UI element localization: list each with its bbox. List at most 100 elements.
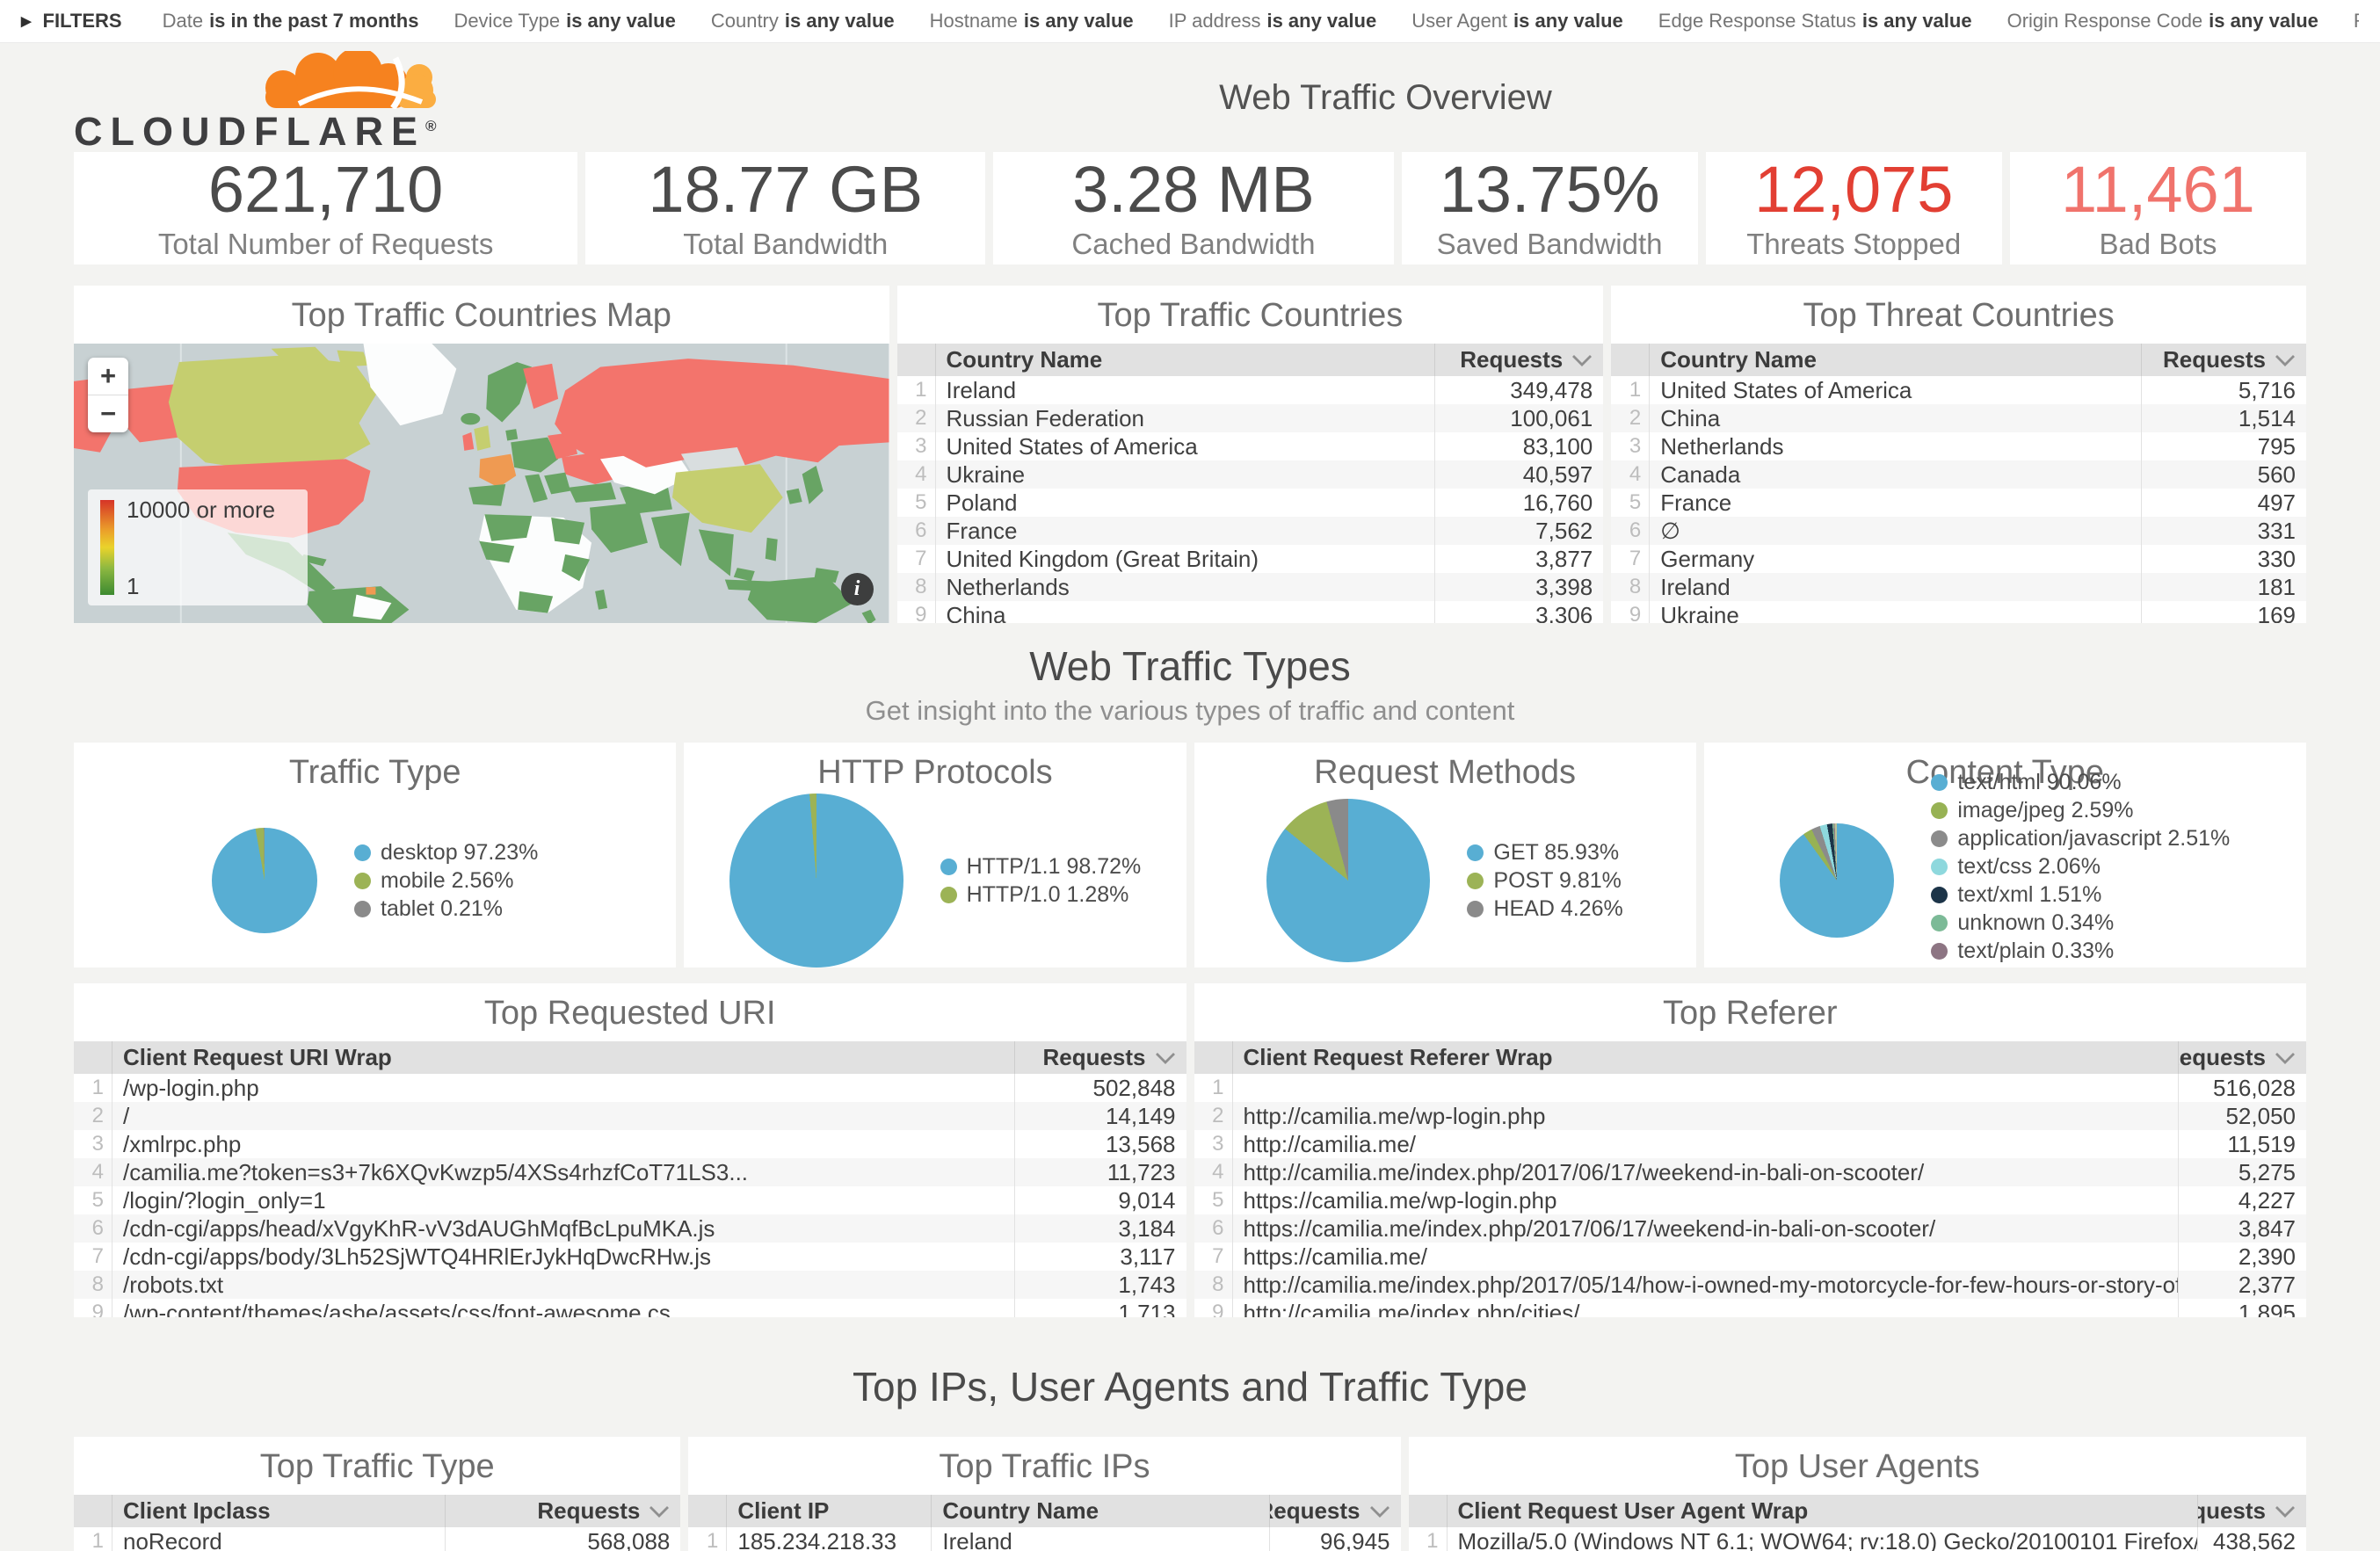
column-header[interactable]: Requests <box>2141 344 2306 376</box>
column-header[interactable]: Client Ipclass <box>112 1495 445 1527</box>
sort-chevron-icon <box>2275 1052 2296 1064</box>
table-cell: United States of America <box>936 432 1435 460</box>
table-cell: 1,743 <box>1014 1271 1186 1299</box>
table-row: 2Russian Federation100,061 <box>897 404 1604 432</box>
row-number: 9 <box>1194 1299 1233 1317</box>
table-cell: 3,398 <box>1434 573 1603 601</box>
content-type-pie[interactable] <box>1780 823 1894 938</box>
legend-item: image/jpeg 2.59% <box>1931 798 2230 823</box>
legend-swatch <box>1931 830 1948 847</box>
filter-item[interactable]: Device Typeis any value <box>454 10 675 33</box>
traffic-ips-table: Client IPCountry NameRequests1185.234.21… <box>688 1495 1400 1551</box>
legend-swatch <box>354 844 371 861</box>
column-header[interactable]: Requests <box>2178 1041 2306 1074</box>
column-header-label: Country Name <box>942 1497 1099 1525</box>
filter-item[interactable]: Dateis in the past 7 months <box>163 10 419 33</box>
column-header[interactable]: Client IP <box>727 1495 931 1527</box>
table-cell: 13,568 <box>1014 1130 1186 1158</box>
table-header-row: Client IP Country Name Requests <box>688 1495 1400 1527</box>
info-icon[interactable]: i <box>841 573 874 605</box>
kpi-value: 13.75% <box>1440 156 1660 224</box>
table-row: 5Poland16,760 <box>897 489 1604 517</box>
http-protocols-pie[interactable] <box>729 794 903 968</box>
column-header[interactable]: Requests <box>445 1495 680 1527</box>
table-cell: China <box>936 601 1435 623</box>
panel-title: Top Referer <box>1194 983 2307 1041</box>
table-cell: 330 <box>2141 545 2306 573</box>
row-number: 3 <box>1611 432 1650 460</box>
content-type-legend: text/html 90.06%image/jpeg 2.59%applicat… <box>1931 770 2230 968</box>
column-header[interactable]: Country Name <box>1650 344 2141 376</box>
column-header[interactable]: Client Request Referer Wrap <box>1233 1041 2179 1074</box>
legend-label: image/jpeg 2.59% <box>1957 798 2133 823</box>
filter-item[interactable]: Hostnameis any value <box>930 10 1134 33</box>
zoom-in-button[interactable]: + <box>88 358 128 395</box>
panel-title: Top Traffic Type <box>74 1437 680 1495</box>
filter-item[interactable]: Countryis any value <box>711 10 895 33</box>
table-row: 1/wp-login.php502,848 <box>74 1074 1186 1102</box>
legend-item: text/xml 1.51% <box>1931 882 2230 908</box>
table-cell: /wp-login.php <box>112 1074 1014 1102</box>
table-cell: 560 <box>2141 460 2306 489</box>
table-row: 7/cdn-cgi/apps/body/3Lh52SjWTQ4HRlErJykH… <box>74 1243 1186 1271</box>
table-cell: United States of America <box>1650 376 2141 404</box>
row-number: 5 <box>74 1186 112 1214</box>
cloudflare-logo: CLOUDFLARE® <box>74 44 465 151</box>
row-number: 2 <box>897 404 936 432</box>
pie-chart-area: GET 85.93%POST 9.81%HEAD 4.26% <box>1194 801 1696 968</box>
column-header[interactable]: Requests <box>2197 1495 2306 1527</box>
filter-value: is any value <box>1862 10 1972 32</box>
panel-title: Top Traffic Countries <box>897 286 1604 344</box>
kpi-label: Cached Bandwidth <box>1071 228 1315 261</box>
column-header-label: Country Name <box>1660 346 1817 373</box>
row-number: 3 <box>897 432 936 460</box>
table-row: 2China1,514 <box>1611 404 2306 432</box>
referer-table: Client Request Referer WrapRequests1516,… <box>1194 1041 2307 1317</box>
row-number: 4 <box>897 460 936 489</box>
column-header[interactable]: Requests <box>1014 1041 1186 1074</box>
column-header[interactable]: Requests <box>1269 1495 1401 1527</box>
table-cell: /xmlrpc.php <box>112 1130 1014 1158</box>
content-type-panel: Content Type text/html 90.06%image/jpeg … <box>1704 743 2306 968</box>
table-cell: Canada <box>1650 460 2141 489</box>
filter-value: is any value <box>2209 10 2318 32</box>
legend-label: HTTP/1.0 1.28% <box>967 882 1129 908</box>
table-cell: 331 <box>2141 517 2306 545</box>
panel-title: HTTP Protocols <box>684 743 1186 801</box>
table-cell: 52,050 <box>2178 1102 2306 1130</box>
world-map[interactable]: + − 10000 or more 1 i <box>74 344 889 623</box>
filter-item[interactable]: IP addressis any value <box>1169 10 1377 33</box>
filter-value: is any value <box>1266 10 1376 32</box>
table-cell: Russian Federation <box>936 404 1435 432</box>
column-header[interactable]: Requests <box>1434 344 1603 376</box>
filter-value: is any value <box>1024 10 1134 32</box>
filter-field: IP address <box>1169 10 1261 32</box>
table-cell: United Kingdom (Great Britain) <box>936 545 1435 573</box>
row-number: 1 <box>74 1074 112 1102</box>
filter-item[interactable]: Request URIis any value <box>2354 10 2359 33</box>
column-header[interactable]: Country Name <box>931 1495 1268 1527</box>
filter-item[interactable]: User Agentis any value <box>1411 10 1623 33</box>
table-cell: ∅ <box>1650 517 2141 545</box>
table-cell: 502,848 <box>1014 1074 1186 1102</box>
table-cell: 181 <box>2141 573 2306 601</box>
traffic-type-pie[interactable] <box>212 828 317 933</box>
cloudflare-wordmark: CLOUDFLARE® <box>74 112 465 151</box>
kpi-label: Total Number of Requests <box>158 228 494 261</box>
threat-countries-panel: Top Threat Countries Country NameRequest… <box>1611 286 2306 623</box>
table-cell: 1,895 <box>2178 1299 2306 1317</box>
kpi-row: 621,710Total Number of Requests18.77 GBT… <box>74 152 2306 265</box>
column-header[interactable]: Client Request User Agent Wrap <box>1448 1495 2197 1527</box>
zoom-out-button[interactable]: − <box>88 395 128 432</box>
table-cell: 83,100 <box>1434 432 1603 460</box>
filter-item[interactable]: Edge Response Statusis any value <box>1658 10 1972 33</box>
request-methods-pie[interactable] <box>1266 799 1430 962</box>
filter-item[interactable]: Origin Response Code is any value <box>2007 10 2318 33</box>
kpi-value: 18.77 GB <box>648 156 923 224</box>
filter-list: Dateis in the past 7 months Device Typeis… <box>163 10 2359 33</box>
column-header[interactable]: Client Request URI Wrap <box>112 1041 1014 1074</box>
column-header[interactable]: Country Name <box>936 344 1435 376</box>
legend-item: 0.20% <box>1931 967 2230 968</box>
filters-toggle[interactable]: ▶ FILTERS <box>21 10 122 33</box>
filter-field: Origin Response Code <box>2007 10 2203 32</box>
